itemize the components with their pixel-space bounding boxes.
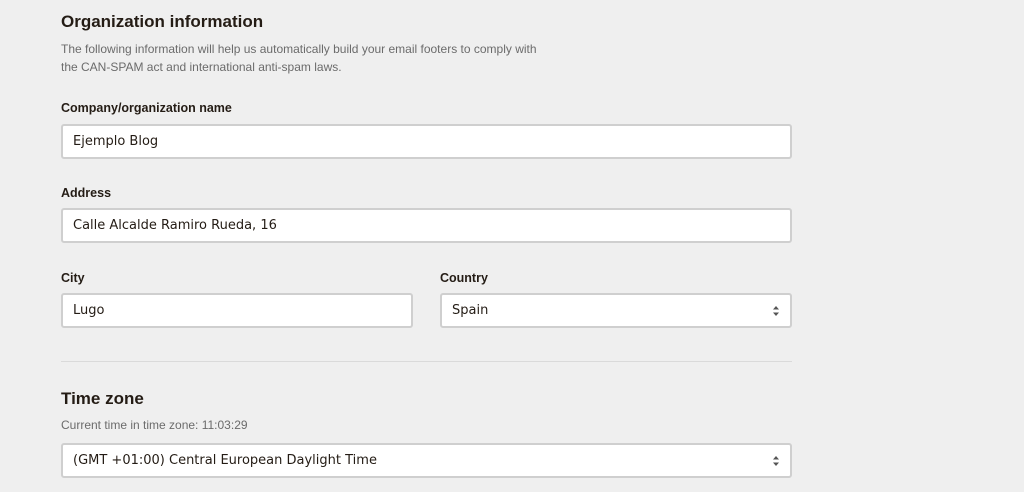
- company-label: Company/organization name: [61, 101, 232, 115]
- country-label: Country: [440, 271, 488, 285]
- company-name-value: Ejemplo Blog: [73, 134, 159, 149]
- organization-description: The following information will help us a…: [61, 42, 537, 74]
- company-name-input[interactable]: Ejemplo Blog: [61, 124, 792, 159]
- country-select[interactable]: Spain: [440, 293, 792, 328]
- address-input[interactable]: Calle Alcalde Ramiro Rueda, 16: [61, 208, 792, 243]
- timezone-title: Time zone: [61, 389, 144, 408]
- organization-title: Organization information: [61, 12, 264, 31]
- up-down-chevron-icon: [772, 455, 780, 467]
- country-value: Spain: [452, 303, 489, 318]
- section-divider: [61, 361, 792, 362]
- city-input[interactable]: Lugo: [61, 293, 413, 328]
- up-down-chevron-icon: [772, 305, 780, 317]
- city-label: City: [61, 271, 85, 285]
- city-value: Lugo: [73, 303, 105, 318]
- timezone-current-time: Current time in time zone: 11:03:29: [61, 418, 248, 432]
- timezone-select[interactable]: (GMT +01:00) Central European Daylight T…: [61, 443, 792, 478]
- timezone-value: (GMT +01:00) Central European Daylight T…: [73, 453, 377, 468]
- address-value: Calle Alcalde Ramiro Rueda, 16: [73, 218, 277, 233]
- address-label: Address: [61, 186, 112, 200]
